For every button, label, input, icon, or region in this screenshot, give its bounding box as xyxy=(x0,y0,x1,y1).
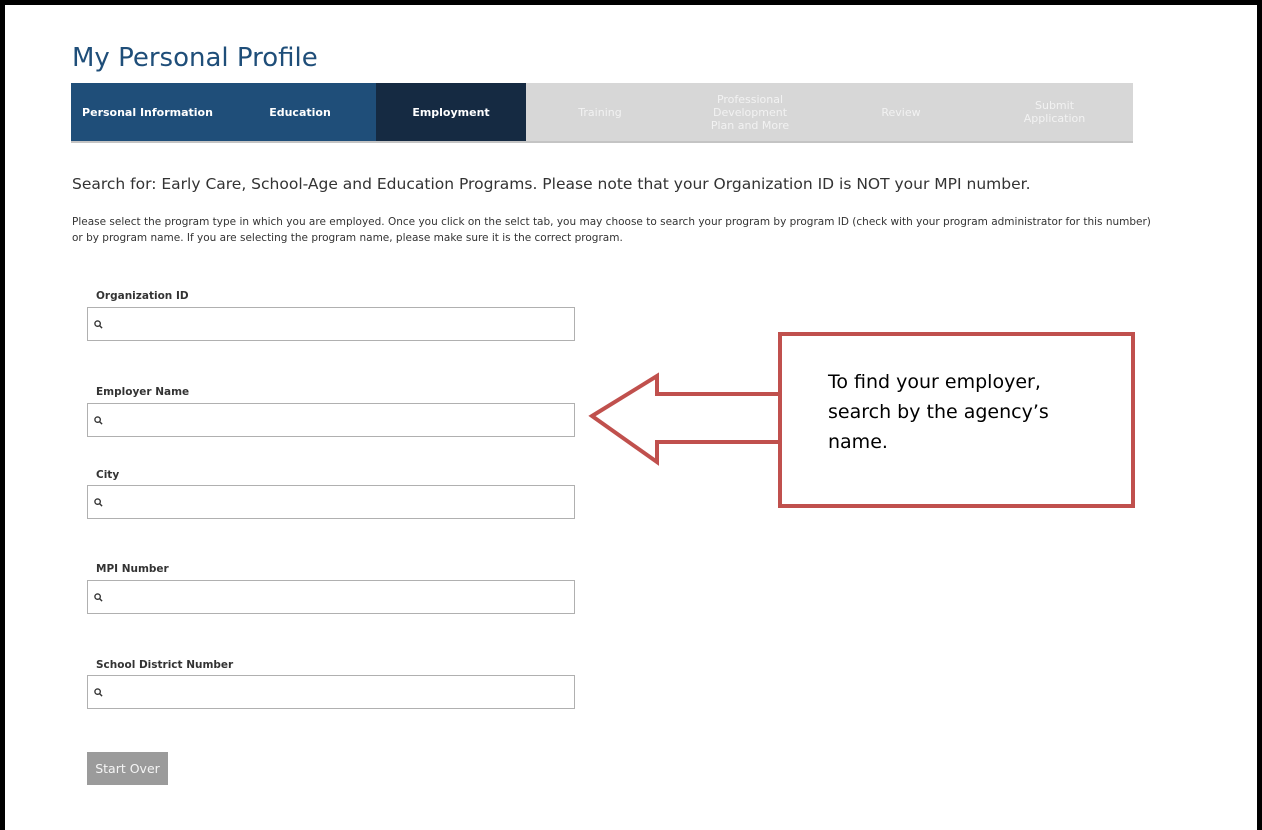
progress-steps: Personal Information Education Employmen… xyxy=(71,83,1133,143)
organization-id-label: Organization ID xyxy=(96,290,189,302)
callout-text: To find your employer, search by the age… xyxy=(828,371,1049,453)
step-personal-information[interactable]: Personal Information xyxy=(71,83,224,141)
search-icon xyxy=(88,581,108,613)
school-district-number-field[interactable] xyxy=(87,675,575,709)
city-field[interactable] xyxy=(87,485,575,519)
arrow-left-icon xyxy=(588,372,782,466)
search-icon xyxy=(88,308,108,340)
search-icon xyxy=(88,676,108,708)
step-professional-development[interactable]: Professional Development Plan and More xyxy=(674,83,826,141)
search-icon xyxy=(88,486,108,518)
school-district-number-input[interactable] xyxy=(108,676,574,708)
step-training[interactable]: Training xyxy=(526,83,674,141)
search-icon xyxy=(88,404,108,436)
city-input[interactable] xyxy=(108,486,574,518)
step-submit-application[interactable]: Submit Application xyxy=(976,83,1133,141)
city-label: City xyxy=(96,469,120,481)
employer-name-field[interactable] xyxy=(87,403,575,437)
organization-id-field[interactable] xyxy=(87,307,575,341)
page-title: My Personal Profile xyxy=(72,43,318,74)
search-heading: Search for: Early Care, School-Age and E… xyxy=(72,175,1031,193)
mpi-number-label: MPI Number xyxy=(96,563,169,575)
start-over-button[interactable]: Start Over xyxy=(87,752,168,785)
step-education[interactable]: Education xyxy=(224,83,376,141)
search-instructions: Please select the program type in which … xyxy=(72,216,1151,244)
mpi-number-input[interactable] xyxy=(108,581,574,613)
organization-id-input[interactable] xyxy=(108,308,574,340)
employer-name-input[interactable] xyxy=(108,404,574,436)
step-employment[interactable]: Employment xyxy=(376,83,526,141)
school-district-number-label: School District Number xyxy=(96,659,234,671)
step-review[interactable]: Review xyxy=(826,83,976,141)
mpi-number-field[interactable] xyxy=(87,580,575,614)
employer-name-label: Employer Name xyxy=(96,386,190,398)
